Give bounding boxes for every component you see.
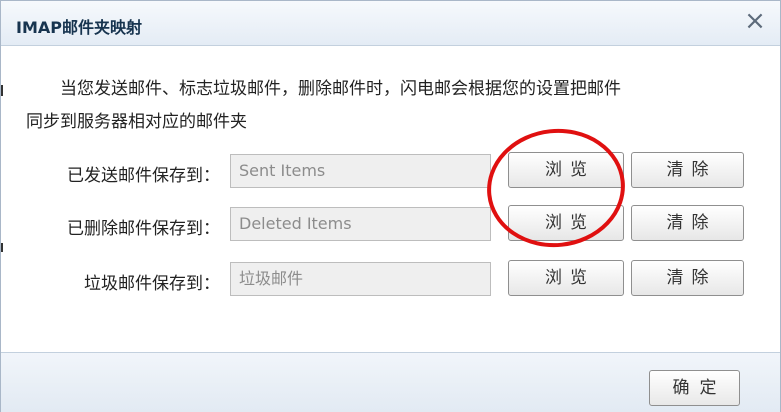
- description-text: 当您发送邮件、标志垃圾邮件，删除邮件时，闪电邮会根据您的设置把邮件 同步到服务器…: [26, 73, 746, 139]
- deleted-items-label: 已删除邮件保存到：: [67, 219, 220, 239]
- dialog-footer: 确定: [1, 352, 780, 412]
- sent-items-folder-field[interactable]: Sent Items: [230, 154, 491, 188]
- confirm-button[interactable]: 确定: [649, 370, 740, 406]
- junk-mail-folder-field[interactable]: 垃圾邮件: [230, 262, 491, 296]
- close-icon[interactable]: ×: [742, 7, 768, 35]
- deleted-items-row: 已删除邮件保存到： Deleted Items 浏览 清除: [1, 203, 780, 247]
- junk-mail-browse-button[interactable]: 浏览: [508, 260, 624, 296]
- description-line-2: 同步到服务器相对应的邮件夹: [26, 112, 247, 132]
- imap-folder-mapping-dialog: IMAP邮件夹映射 × 当您发送邮件、标志垃圾邮件，删除邮件时，闪电邮会根据您的…: [0, 0, 781, 412]
- deleted-items-browse-button[interactable]: 浏览: [508, 205, 624, 241]
- sent-items-label: 已发送邮件保存到：: [67, 166, 220, 186]
- deleted-items-folder-field[interactable]: Deleted Items: [230, 207, 491, 241]
- junk-mail-clear-button[interactable]: 清除: [631, 260, 744, 296]
- left-edge-mark: [1, 85, 3, 96]
- sent-items-browse-button[interactable]: 浏览: [508, 152, 624, 188]
- junk-mail-label: 垃圾邮件保存到：: [84, 274, 220, 294]
- sent-items-row: 已发送邮件保存到： Sent Items 浏览 清除: [1, 150, 780, 194]
- deleted-items-clear-button[interactable]: 清除: [631, 205, 744, 241]
- description-line-1: 当您发送邮件、标志垃圾邮件，删除邮件时，闪电邮会根据您的设置把邮件: [60, 79, 621, 99]
- sent-items-clear-button[interactable]: 清除: [631, 152, 744, 188]
- dialog-title: IMAP邮件夹映射: [16, 18, 142, 37]
- dialog-titlebar: IMAP邮件夹映射 ×: [1, 1, 780, 46]
- junk-mail-row: 垃圾邮件保存到： 垃圾邮件 浏览 清除: [1, 258, 780, 302]
